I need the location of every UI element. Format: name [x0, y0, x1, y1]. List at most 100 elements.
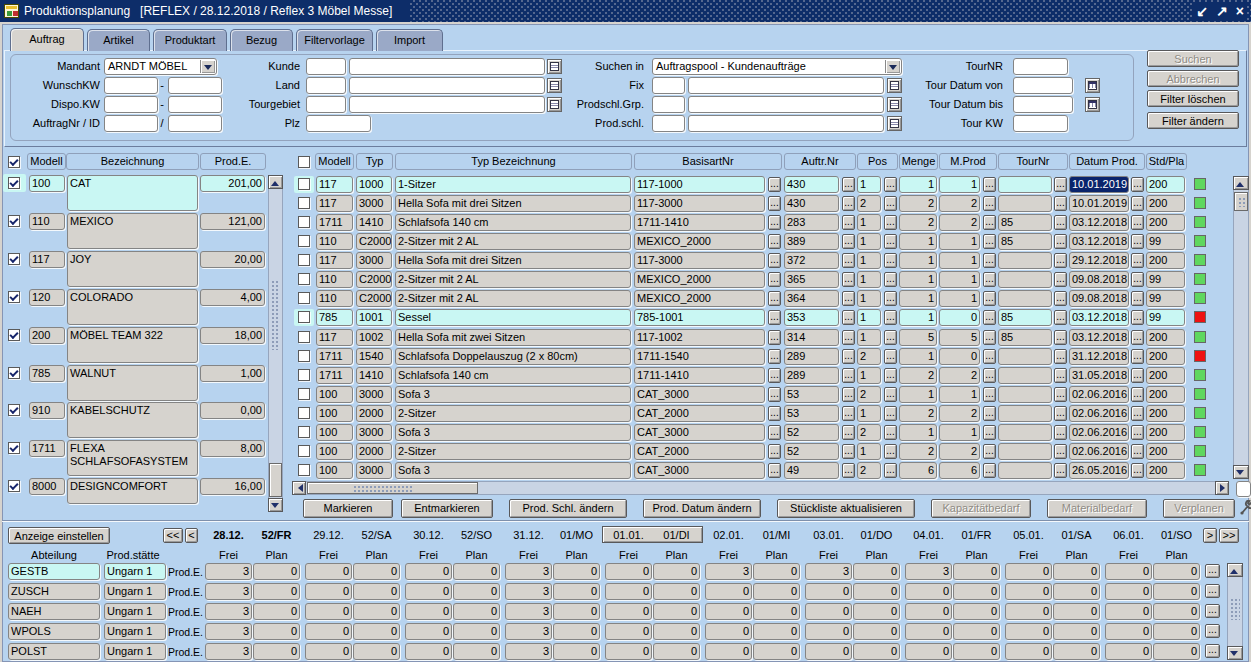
ellipsis-button[interactable]: ...: [1054, 234, 1067, 249]
frei-cell[interactable]: 0: [1105, 643, 1152, 660]
ellipsis-button[interactable]: ...: [1131, 406, 1144, 421]
ellipsis-button[interactable]: ...: [768, 349, 781, 364]
datum-cell[interactable]: 10.01.2019: [1069, 176, 1129, 193]
mprod-cell[interactable]: 1: [939, 233, 980, 250]
fix-name-input[interactable]: [688, 77, 884, 94]
ellipsis-button[interactable]: ...: [983, 215, 996, 230]
auftrnr-cell[interactable]: 289: [784, 367, 839, 384]
right-grid-scrollbar-thumb[interactable]: [1234, 192, 1248, 211]
menge-cell[interactable]: 1: [899, 386, 937, 403]
plan-cell[interactable]: 0: [753, 603, 800, 620]
ellipsis-button[interactable]: ...: [842, 463, 855, 478]
datum-cell[interactable]: 31.05.2018: [1069, 367, 1129, 384]
scroll-up-button[interactable]: [1233, 176, 1249, 190]
ellipsis-button[interactable]: ...: [1131, 234, 1144, 249]
ellipsis-button[interactable]: ...: [842, 253, 855, 268]
tournr-cell[interactable]: [998, 462, 1052, 479]
ellipsis-button[interactable]: ...: [884, 330, 897, 345]
prodschlgrp-name-input[interactable]: [688, 96, 884, 113]
row-checkbox[interactable]: [298, 426, 310, 438]
land-name-input[interactable]: [349, 77, 545, 94]
typ-cell[interactable]: 3000: [356, 386, 392, 403]
minimize-icon[interactable]: ↙: [1196, 3, 1208, 19]
ellipsis-button[interactable]: ...: [1054, 406, 1067, 421]
ellipsis-button[interactable]: ...: [884, 177, 897, 192]
tourgebiet-name-input[interactable]: [349, 96, 545, 113]
ellipsis-button[interactable]: ...: [1131, 368, 1144, 383]
prode-cell[interactable]: 201,00: [200, 175, 265, 192]
modell-cell[interactable]: 110: [316, 271, 353, 288]
menge-cell[interactable]: 2: [899, 214, 937, 231]
typ-cell[interactable]: 3000: [356, 424, 392, 441]
modell-cell[interactable]: 1711: [316, 367, 353, 384]
menge-cell[interactable]: 1: [899, 233, 937, 250]
mprod-cell[interactable]: 1: [939, 386, 980, 403]
ellipsis-button[interactable]: ...: [842, 330, 855, 345]
frei-cell[interactable]: 0: [605, 623, 652, 640]
ellipsis-button[interactable]: ...: [884, 368, 897, 383]
plan-cell[interactable]: 0: [953, 623, 1000, 640]
frei-cell[interactable]: 3: [705, 563, 752, 580]
frei-cell[interactable]: 0: [305, 583, 352, 600]
typbez-cell[interactable]: Schlafsofa 140 cm: [395, 214, 631, 231]
row-checkbox[interactable]: [298, 273, 310, 285]
ellipsis-button[interactable]: ...: [1054, 196, 1067, 211]
frei-cell[interactable]: 0: [705, 603, 752, 620]
tournr-cell[interactable]: [998, 348, 1052, 365]
ellipsis-button[interactable]: ...: [768, 463, 781, 478]
auftragnr-input[interactable]: [104, 115, 158, 132]
mprod-cell[interactable]: 1: [939, 424, 980, 441]
frei-cell[interactable]: 3: [505, 563, 552, 580]
tab-artikel[interactable]: Artikel: [87, 29, 150, 51]
abteilung-cell[interactable]: GESTB: [8, 563, 100, 580]
frei-cell[interactable]: 0: [805, 583, 852, 600]
typbez-cell[interactable]: Sessel: [395, 309, 631, 326]
ellipsis-button[interactable]: ...: [842, 234, 855, 249]
frei-cell[interactable]: 0: [305, 643, 352, 660]
typ-cell[interactable]: 2000: [356, 443, 392, 460]
ellipsis-button[interactable]: ...: [1054, 425, 1067, 440]
frei-cell[interactable]: 0: [1005, 583, 1052, 600]
std-cell[interactable]: 200: [1146, 348, 1185, 365]
datum-cell[interactable]: 09.08.2018: [1069, 290, 1129, 307]
frei-cell[interactable]: 0: [905, 583, 952, 600]
row-checkbox[interactable]: [298, 216, 310, 228]
modell-cell[interactable]: 117: [316, 252, 353, 269]
plan-cell[interactable]: 0: [853, 563, 900, 580]
menge-cell[interactable]: 2: [899, 405, 937, 422]
typ-cell[interactable]: 2000: [356, 405, 392, 422]
ellipsis-button[interactable]: ...: [842, 310, 855, 325]
prodstaette-cell[interactable]: Ungarn 1: [104, 583, 166, 600]
typ-cell[interactable]: 1410: [356, 214, 392, 231]
row-checkbox[interactable]: [298, 254, 310, 266]
plan-cell[interactable]: 0: [353, 623, 400, 640]
typ-cell[interactable]: 1540: [356, 348, 392, 365]
nav-next-button[interactable]: >: [1203, 528, 1217, 543]
basisart-cell[interactable]: CAT_2000: [634, 443, 765, 460]
pos-cell[interactable]: 2: [857, 195, 881, 212]
tournr-cell[interactable]: 85: [998, 309, 1052, 326]
ellipsis-button[interactable]: ...: [1054, 253, 1067, 268]
datum-cell[interactable]: 02.06.2016: [1069, 386, 1129, 403]
fix-code-input[interactable]: [652, 77, 685, 94]
row-checkbox[interactable]: [298, 369, 310, 381]
plan-cell[interactable]: 0: [753, 623, 800, 640]
std-cell[interactable]: 200: [1146, 405, 1185, 422]
frei-cell[interactable]: 0: [605, 643, 652, 660]
frei-cell[interactable]: 0: [305, 603, 352, 620]
frei-cell[interactable]: 0: [1105, 623, 1152, 640]
ellipsis-button[interactable]: ...: [842, 215, 855, 230]
plan-cell[interactable]: 0: [753, 643, 800, 660]
frei-cell[interactable]: 0: [605, 603, 652, 620]
plan-cell[interactable]: 0: [1053, 583, 1100, 600]
left-grid-header-checkbox[interactable]: [8, 156, 20, 168]
land-code-input[interactable]: [306, 77, 346, 94]
abteilung-cell[interactable]: POLST: [8, 643, 100, 660]
ellipsis-button[interactable]: ...: [768, 310, 781, 325]
datum-cell[interactable]: 10.01.2019: [1069, 195, 1129, 212]
h-scrollbar-thumb[interactable]: [307, 482, 478, 494]
ellipsis-button[interactable]: ...: [983, 330, 996, 345]
scroll-left-button[interactable]: [292, 481, 306, 495]
ellipsis-button[interactable]: ...: [768, 291, 781, 306]
frei-cell[interactable]: 0: [405, 583, 452, 600]
